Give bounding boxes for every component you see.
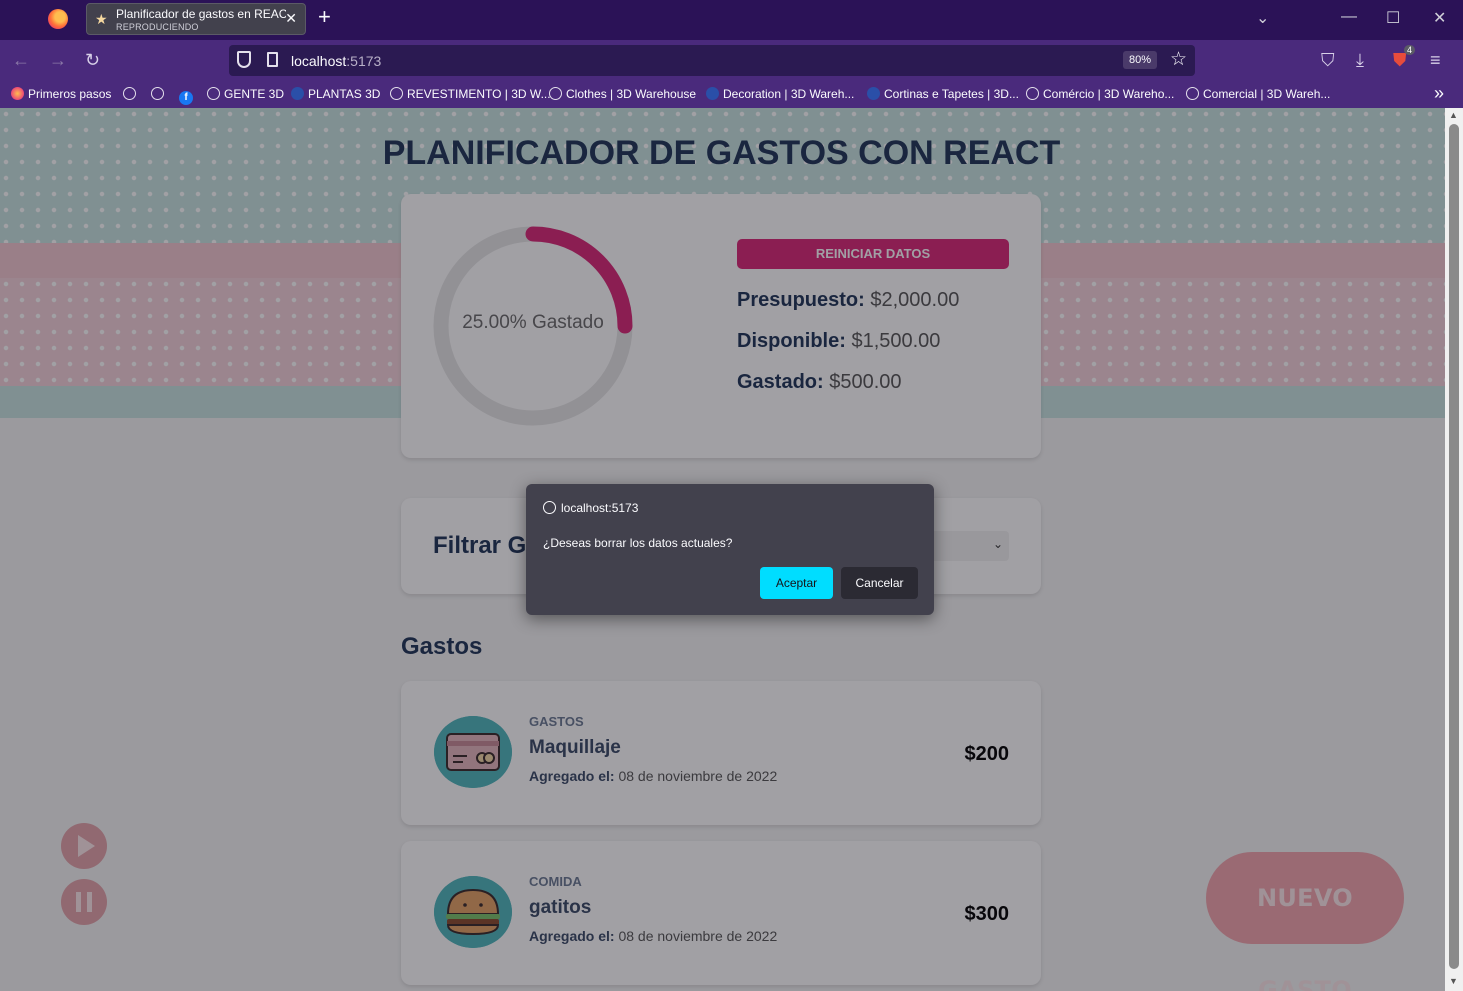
globe-icon [1186, 87, 1199, 100]
bookmark-revestimento[interactable]: REVESTIMENTO | 3D W... [390, 87, 551, 101]
firefox-bookmark-icon [11, 87, 24, 100]
confirm-dialog: localhost:5173 ¿Deseas borrar los datos … [526, 484, 934, 615]
bookmark-primeros-pasos[interactable]: Primeros pasos [11, 87, 111, 101]
close-window-icon[interactable]: ✕ [1433, 8, 1446, 28]
bookmark-comercial[interactable]: Comercial | 3D Wareh... [1186, 87, 1330, 101]
scroll-up-icon[interactable]: ▲ [1449, 110, 1458, 120]
tracking-shield-icon[interactable] [237, 51, 251, 68]
accept-button[interactable]: Aceptar [760, 567, 833, 599]
facebook-icon: f [179, 91, 193, 105]
url-host: localhost [291, 53, 347, 69]
menu-icon[interactable]: ≡ [1430, 50, 1441, 70]
minimize-icon[interactable]: — [1341, 8, 1357, 26]
globe-icon [543, 501, 556, 514]
bookmark-gente-3d[interactable]: GENTE 3D [207, 87, 284, 101]
downloads-icon[interactable]: ⤓ [1356, 50, 1364, 70]
tab-favicon-star-icon: ★ [95, 11, 108, 27]
bookmark-label: Primeros pasos [28, 87, 112, 101]
bookmark-globe-2[interactable] [151, 87, 168, 101]
bookmark-label: Decoration | 3D Wareh... [723, 87, 855, 101]
page-scrollbar[interactable]: ▲ ▼ [1445, 108, 1463, 991]
dialog-origin: localhost:5173 [543, 501, 638, 515]
new-tab-icon[interactable]: + [318, 6, 331, 28]
bookmark-label: Clothes | 3D Warehouse [566, 87, 697, 101]
zoom-indicator[interactable]: 80% [1122, 51, 1157, 69]
bookmark-label: PLANTAS 3D [308, 87, 381, 101]
url-text[interactable]: localhost:5173 [291, 53, 381, 69]
dialog-origin-text: localhost:5173 [561, 501, 639, 515]
bookmark-clothes[interactable]: Clothes | 3D Warehouse [549, 87, 696, 101]
globe-icon [207, 87, 220, 100]
tab-bar: ★ Planificador de gastos en REACT REPROD… [0, 0, 1463, 40]
pocket-icon[interactable]: ⛉ [1321, 50, 1335, 70]
forward-icon[interactable]: → [49, 50, 67, 70]
page-info-icon[interactable] [267, 52, 278, 67]
sketchup-icon [867, 87, 880, 100]
bookmark-cortinas[interactable]: Cortinas e Tapetes | 3D... [867, 87, 1019, 101]
sketchup-icon [291, 87, 304, 100]
globe-icon [151, 87, 164, 100]
scrollbar-thumb[interactable] [1449, 124, 1459, 969]
bookmark-facebook[interactable]: f [179, 87, 193, 105]
scroll-down-icon[interactable]: ▼ [1449, 976, 1458, 986]
bookmark-star-icon[interactable]: ☆ [1170, 48, 1187, 71]
bookmark-label: Comércio | 3D Wareho... [1043, 87, 1175, 101]
tab-title: Planificador de gastos en REACT [116, 7, 286, 21]
globe-icon [123, 87, 136, 100]
bookmarks-toolbar: Primeros pasos f GENTE 3D PLANTAS 3D REV… [0, 82, 1463, 108]
tab-close-icon[interactable]: ✕ [285, 10, 297, 27]
browser-tab[interactable]: ★ Planificador de gastos en REACT REPROD… [86, 3, 306, 35]
back-icon[interactable]: ← [12, 50, 30, 70]
more-bookmarks-chevron-icon[interactable]: » [1434, 83, 1444, 104]
bookmark-label: REVESTIMENTO | 3D W... [407, 87, 551, 101]
tab-playing-label: REPRODUCIENDO [116, 22, 199, 32]
list-tabs-chevron-icon[interactable]: ⌄ [1256, 8, 1269, 28]
cancel-button[interactable]: Cancelar [841, 567, 918, 599]
globe-icon [390, 87, 403, 100]
bookmark-globe-1[interactable] [123, 87, 140, 101]
globe-icon [1026, 87, 1039, 100]
globe-icon [549, 87, 562, 100]
firefox-icon[interactable] [48, 9, 68, 29]
bookmark-label: Comercial | 3D Wareh... [1203, 87, 1331, 101]
dialog-message: ¿Deseas borrar los datos actuales? [543, 536, 733, 550]
navigation-bar: ← → ↻ localhost:5173 80% ☆ ⛉ ⤓ ⛊ 4 ≡ [0, 40, 1463, 82]
maximize-icon[interactable]: ☐ [1386, 8, 1400, 28]
bookmark-plantas-3d[interactable]: PLANTAS 3D [291, 87, 380, 101]
sketchup-icon [706, 87, 719, 100]
url-bar[interactable]: localhost:5173 80% ☆ [229, 45, 1195, 76]
reload-icon[interactable]: ↻ [85, 50, 100, 70]
extension-badge: 4 [1404, 45, 1416, 55]
bookmark-comercio[interactable]: Comércio | 3D Wareho... [1026, 87, 1174, 101]
url-port: :5173 [346, 53, 382, 69]
bookmark-decoration[interactable]: Decoration | 3D Wareh... [706, 87, 854, 101]
bookmark-label: Cortinas e Tapetes | 3D... [884, 87, 1019, 101]
bookmark-label: GENTE 3D [224, 87, 285, 101]
